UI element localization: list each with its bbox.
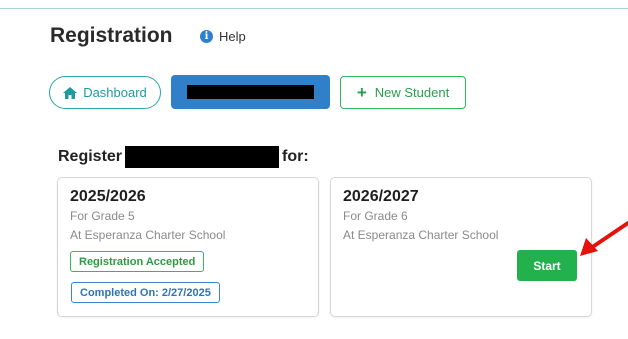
help-link[interactable]: i Help [200,29,246,44]
dashboard-button[interactable]: Dashboard [49,76,161,109]
card-school: At Esperanza Charter School [343,228,499,242]
info-icon: i [200,30,213,43]
help-label: Help [219,29,246,44]
new-student-label: New Student [374,85,450,100]
plus-icon: + [356,83,367,102]
registration-card-2026: 2026/2027 For Grade 6 At Esperanza Chart… [330,177,592,317]
card-year: 2025/2026 [70,188,146,205]
completed-badge: Completed On: 2/27/2025 [71,282,220,303]
register-heading: Register for: [58,146,309,168]
status-badge: Registration Accepted [70,251,205,272]
register-prefix: Register [58,148,123,165]
card-year: 2026/2027 [343,188,419,205]
top-divider [0,8,628,9]
dashboard-label: Dashboard [83,85,147,100]
start-button[interactable]: Start [517,250,577,281]
card-school: At Esperanza Charter School [70,228,226,242]
annotation-arrow [580,221,628,256]
redacted-block [187,85,314,99]
registration-card-2025: 2025/2026 For Grade 5 At Esperanza Chart… [57,177,319,317]
redacted-name [125,146,280,168]
card-grade: For Grade 5 [70,209,135,223]
student-name-button[interactable] [171,75,330,109]
register-suffix: for: [282,148,309,165]
new-student-button[interactable]: + New Student [340,76,466,109]
card-grade: For Grade 6 [343,209,408,223]
home-icon [63,86,78,99]
page-title: Registration [50,24,173,47]
